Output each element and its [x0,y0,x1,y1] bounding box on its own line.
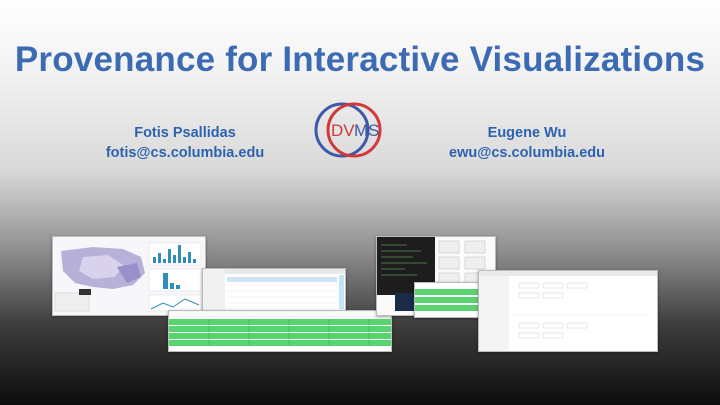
logo-text-ms: MS [354,121,380,140]
screenshot-table-window [202,268,346,314]
screenshot-map-visualization [52,236,206,316]
author-email: ewu@cs.columbia.edu [449,145,605,161]
screenshot-property-sheet [478,270,658,352]
author-name: Fotis Psallidas [134,125,236,141]
author-right: Eugene Wu ewu@cs.columbia.edu [422,123,632,163]
screenshot-spreadsheet [168,310,392,352]
author-left: Fotis Psallidas fotis@cs.columbia.edu [80,123,290,163]
author-name: Eugene Wu [487,125,567,141]
dvms-logo: DV MS [314,102,382,158]
logo-text-dv: DV [331,121,355,140]
author-email: fotis@cs.columbia.edu [105,145,265,161]
slide-title: Provenance for Interactive Visualization… [14,40,706,79]
